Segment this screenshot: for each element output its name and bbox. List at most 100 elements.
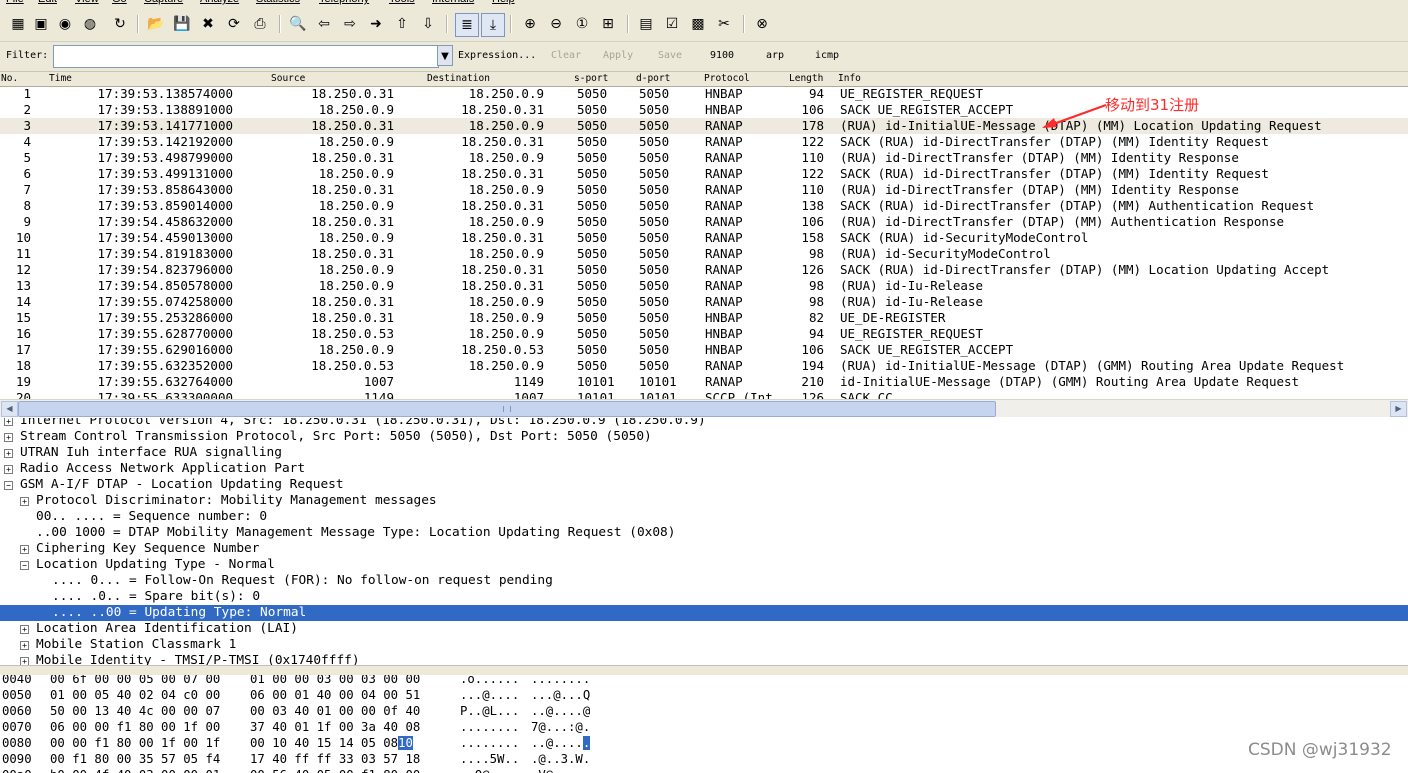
column-header-destination[interactable]: Destination bbox=[427, 73, 490, 84]
expression-button[interactable]: Expression... bbox=[458, 50, 536, 61]
packet-row[interactable]: 15 17:39:55.253286000 18.250.0.31 18.250.0.… bbox=[0, 310, 1408, 326]
zoom-out-icon[interactable]: ⊖ bbox=[546, 14, 566, 34]
collapse-icon[interactable]: − bbox=[20, 561, 29, 570]
stop-capture-icon[interactable]: ◍ bbox=[80, 14, 100, 34]
detail-row[interactable]: .... 0... = Follow-On Request (FOR): No … bbox=[0, 573, 1408, 589]
detail-row[interactable]: + Location Area Identification (LAI) bbox=[0, 621, 1408, 637]
scroll-thumb[interactable] bbox=[18, 401, 996, 417]
go-first-icon[interactable]: ⇧ bbox=[392, 14, 412, 34]
packet-row[interactable]: 12 17:39:54.823796000 18.250.0.9 18.250.0.3… bbox=[0, 262, 1408, 278]
menu-help[interactable]: Help bbox=[492, 0, 515, 5]
open-file-icon[interactable]: 📂 bbox=[146, 14, 166, 34]
restart-capture-icon[interactable]: ↻ bbox=[110, 14, 130, 34]
colorize-icon[interactable]: ≣ bbox=[455, 13, 479, 37]
expand-icon[interactable]: + bbox=[20, 641, 29, 650]
column-header-s-port[interactable]: s-port bbox=[574, 73, 608, 84]
packet-row[interactable]: 20 17:39:55.633300000 1149 1007 10101 10101 SC… bbox=[0, 390, 1408, 399]
help-icon[interactable]: ⊗ bbox=[752, 14, 772, 34]
preferences-icon[interactable]: ✂ bbox=[714, 14, 734, 34]
column-header-no[interactable]: No. bbox=[1, 73, 18, 84]
scroll-right-icon[interactable]: ▶ bbox=[1390, 401, 1407, 417]
display-filters-icon[interactable]: ☑ bbox=[662, 14, 682, 34]
packet-row[interactable]: 18 17:39:55.632352000 18.250.0.53 18.250.0.… bbox=[0, 358, 1408, 374]
packet-row[interactable]: 14 17:39:55.074258000 18.250.0.31 18.250.0.… bbox=[0, 294, 1408, 310]
save-file-icon[interactable]: 💾 bbox=[172, 14, 192, 34]
find-packet-icon[interactable]: 🔍 bbox=[288, 14, 308, 34]
packet-row[interactable]: 8 17:39:53.859014000 18.250.0.9 18.250.0.31… bbox=[0, 198, 1408, 214]
menu-go[interactable]: Go bbox=[112, 0, 127, 5]
menu-analyze[interactable]: Analyze bbox=[200, 0, 239, 5]
go-forward-icon[interactable]: ⇨ bbox=[340, 14, 360, 34]
scroll-left-icon[interactable]: ◀ bbox=[1, 401, 18, 417]
byte-row[interactable]: 0060 50 00 13 40 4c 00 00 07 00 03 40 01 0… bbox=[0, 703, 1408, 719]
capture-options-icon[interactable]: ▣ bbox=[31, 14, 51, 34]
detail-row[interactable]: 00.. .... = Sequence number: 0 bbox=[0, 509, 1408, 525]
menu-view[interactable]: View bbox=[75, 0, 99, 5]
expand-icon[interactable]: + bbox=[4, 418, 13, 426]
detail-row[interactable]: + Mobile Station Classmark 1 bbox=[0, 637, 1408, 653]
column-header-protocol[interactable]: Protocol bbox=[704, 73, 750, 84]
go-to-packet-icon[interactable]: ➜ bbox=[366, 14, 386, 34]
expand-icon[interactable]: + bbox=[20, 497, 29, 506]
menu-capture[interactable]: Capture bbox=[144, 0, 183, 5]
column-header-length[interactable]: Length bbox=[789, 73, 823, 84]
packet-row[interactable]: 10 17:39:54.459013000 18.250.0.9 18.250.0.3… bbox=[0, 230, 1408, 246]
filter-input[interactable] bbox=[53, 45, 439, 68]
go-back-icon[interactable]: ⇦ bbox=[314, 14, 334, 34]
byte-row[interactable]: 0090 00 f1 80 00 35 57 05 f4 17 40 ff ff 3… bbox=[0, 751, 1408, 767]
byte-row[interactable]: 0040 00 6f 00 00 05 00 07 00 01 00 00 03 0… bbox=[0, 675, 1408, 687]
menu-internals[interactable]: Internals bbox=[432, 0, 474, 5]
expand-icon[interactable]: + bbox=[4, 433, 13, 442]
interface-list-icon[interactable]: ▦ bbox=[8, 14, 28, 34]
column-header-time[interactable]: Time bbox=[49, 73, 72, 84]
filter-button-icmp[interactable]: icmp bbox=[815, 50, 839, 61]
detail-row[interactable]: ..00 1000 = DTAP Mobility Management Mes… bbox=[0, 525, 1408, 541]
expand-icon[interactable]: + bbox=[4, 465, 13, 474]
expand-icon[interactable]: + bbox=[4, 449, 13, 458]
menu-statistics[interactable]: Statistics bbox=[256, 0, 300, 5]
expand-icon[interactable]: + bbox=[20, 545, 29, 554]
byte-row[interactable]: 00a0 b0 00 4f 40 03 00 00 01 00 56 40 05 0… bbox=[0, 767, 1408, 773]
menu-tools[interactable]: Tools bbox=[389, 0, 415, 5]
byte-row[interactable]: 0050 01 00 05 40 02 04 c0 00 06 00 01 40 0… bbox=[0, 687, 1408, 703]
filter-dropdown-arrow-icon[interactable]: ▼ bbox=[437, 45, 453, 66]
packet-row[interactable]: 3 17:39:53.141771000 18.250.0.31 18.250.0.9… bbox=[0, 118, 1408, 134]
detail-row[interactable]: + Radio Access Network Application Part bbox=[0, 461, 1408, 477]
detail-row[interactable]: .... .0.. = Spare bit(s): 0 bbox=[0, 589, 1408, 605]
detail-row[interactable]: + UTRAN Iuh interface RUA signalling bbox=[0, 445, 1408, 461]
detail-row[interactable]: .... ..00 = Updating Type: Normal bbox=[0, 605, 1408, 621]
packet-row[interactable]: 7 17:39:53.858643000 18.250.0.31 18.250.0.9… bbox=[0, 182, 1408, 198]
column-header-d-port[interactable]: d-port bbox=[636, 73, 670, 84]
packet-row[interactable]: 17 17:39:55.629016000 18.250.0.9 18.250.0.5… bbox=[0, 342, 1408, 358]
zoom-in-icon[interactable]: ⊕ bbox=[520, 14, 540, 34]
detail-row[interactable]: − GSM A-I/F DTAP - Location Updating Requ… bbox=[0, 477, 1408, 493]
detail-row[interactable]: + Protocol Discriminator: Mobility Manage… bbox=[0, 493, 1408, 509]
save-filter-button[interactable]: Save bbox=[658, 50, 682, 61]
menu-telephony[interactable]: Telephony bbox=[319, 0, 369, 5]
zoom-normal-icon[interactable]: ① bbox=[572, 14, 592, 34]
packet-row[interactable]: 13 17:39:54.850578000 18.250.0.9 18.250.0.3… bbox=[0, 278, 1408, 294]
expand-icon[interactable]: + bbox=[20, 657, 29, 665]
packet-row[interactable]: 4 17:39:53.142192000 18.250.0.9 18.250.0.31… bbox=[0, 134, 1408, 150]
collapse-icon[interactable]: − bbox=[4, 481, 13, 490]
reload-icon[interactable]: ⟳ bbox=[224, 14, 244, 34]
go-last-icon[interactable]: ⇩ bbox=[418, 14, 438, 34]
capture-filters-icon[interactable]: ▤ bbox=[636, 14, 656, 34]
detail-row[interactable]: + Stream Control Transmission Protocol, S… bbox=[0, 429, 1408, 445]
menu-file[interactable]: File bbox=[6, 0, 24, 5]
expand-icon[interactable]: + bbox=[20, 625, 29, 634]
byte-row[interactable]: 0080 00 00 f1 80 00 1f 00 1f 00 10 40 15 1… bbox=[0, 735, 1408, 751]
packet-row[interactable]: 19 17:39:55.632764000 1007 1149 10101 10101 RA… bbox=[0, 374, 1408, 390]
column-header-info[interactable]: Info bbox=[838, 73, 861, 84]
apply-button[interactable]: Apply bbox=[603, 50, 633, 61]
filter-button-9100[interactable]: 9100 bbox=[710, 50, 734, 61]
packet-row[interactable]: 11 17:39:54.819183000 18.250.0.31 18.250.0.… bbox=[0, 246, 1408, 262]
column-header-source[interactable]: Source bbox=[271, 73, 305, 84]
packet-row[interactable]: 6 17:39:53.499131000 18.250.0.9 18.250.0.31… bbox=[0, 166, 1408, 182]
packet-row[interactable]: 9 17:39:54.458632000 18.250.0.31 18.250.0.9… bbox=[0, 214, 1408, 230]
auto-scroll-icon[interactable]: ⤓ bbox=[481, 13, 505, 37]
detail-row[interactable]: − Location Updating Type - Normal bbox=[0, 557, 1408, 573]
print-icon[interactable]: ⎙ bbox=[250, 14, 270, 34]
detail-row[interactable]: + Mobile Identity - TMSI/P-TMSI (0x1740ff… bbox=[0, 653, 1408, 665]
packet-list-hscrollbar[interactable]: ◀ ▶ bbox=[0, 399, 1408, 417]
